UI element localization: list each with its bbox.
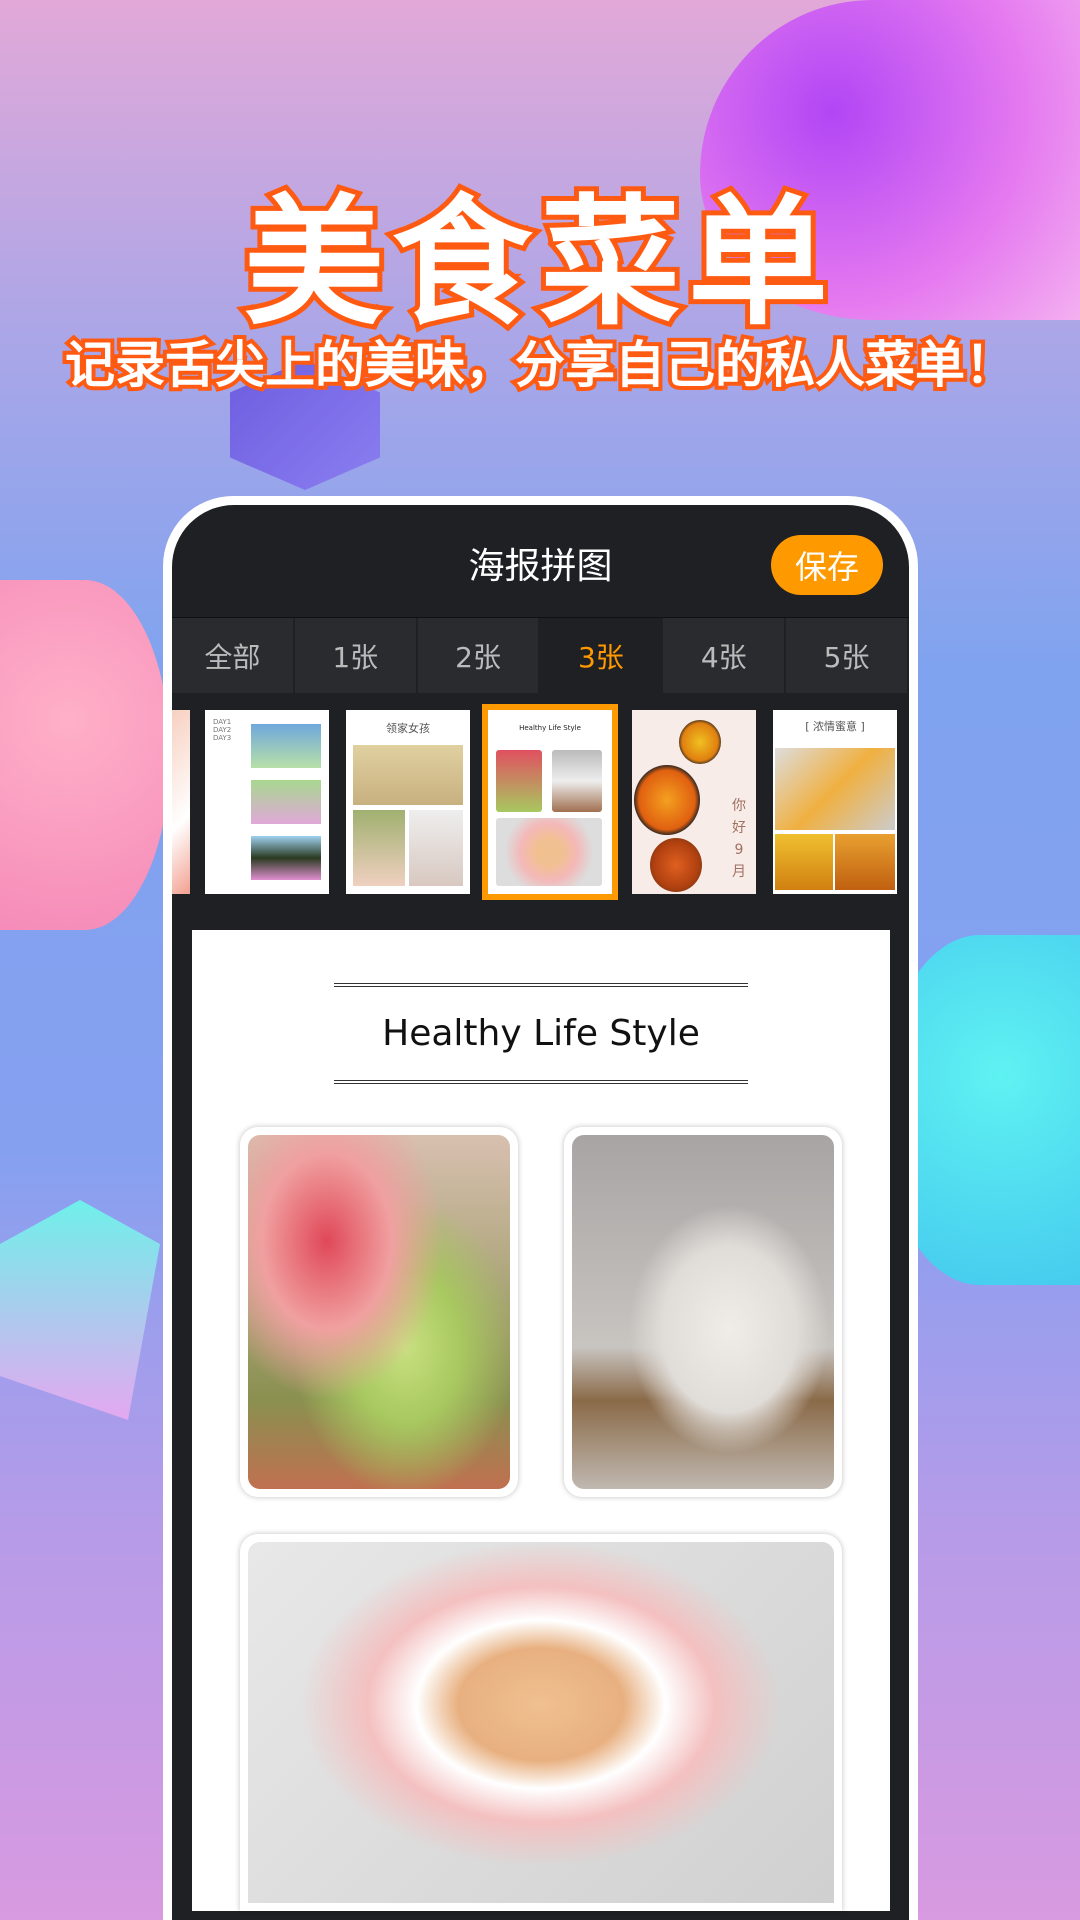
template-thumb-honey[interactable]: [ 浓情蜜意 ] [773, 710, 897, 894]
template-strip[interactable]: DAY1 DAY2 DAY3 领家女孩 Healthy Life Style 你… [172, 693, 909, 921]
photo-slot-drink[interactable] [240, 1127, 518, 1497]
tab-all[interactable]: 全部 [172, 618, 295, 693]
top-bar: 海报拼图 保存 [172, 505, 909, 617]
tab-2[interactable]: 2张 [418, 618, 541, 693]
tab-1[interactable]: 1张 [295, 618, 418, 693]
photo-milk [572, 1135, 834, 1489]
tab-3[interactable]: 3张 [540, 618, 664, 693]
poster-title[interactable]: Healthy Life Style [192, 1013, 890, 1054]
template-thumb-september[interactable]: 你好 9月 [632, 710, 756, 894]
photo-slot-milk[interactable] [564, 1127, 842, 1497]
poster-preview[interactable]: Healthy Life Style [192, 930, 890, 1911]
tab-4[interactable]: 4张 [663, 618, 787, 693]
app-screen: 海报拼图 保存 全部 1张 2张 3张 4张 5张 DAY1 DAY2 DAY3… [172, 505, 909, 1920]
template-thumb-girl[interactable]: 领家女孩 [346, 710, 470, 894]
decor-sphere-pink [0, 580, 170, 930]
banner-subtitle: 记录舌尖上的美味，分享自己的私人菜单！ [61, 332, 1019, 398]
template-thumb-healthy[interactable]: Healthy Life Style [482, 704, 618, 900]
phone-frame: 海报拼图 保存 全部 1张 2张 3张 4张 5张 DAY1 DAY2 DAY3… [163, 496, 918, 1920]
photo-slot-dessert[interactable] [240, 1534, 842, 1911]
photo-drink [248, 1135, 510, 1489]
tab-5[interactable]: 5张 [786, 618, 909, 693]
decor-cube-left [0, 1200, 160, 1420]
template-thumb-days[interactable]: DAY1 DAY2 DAY3 [205, 710, 329, 894]
save-button[interactable]: 保存 [771, 535, 883, 595]
photo-dessert [248, 1542, 834, 1903]
divider-line [334, 983, 748, 987]
template-thumb[interactable] [172, 710, 190, 894]
count-tabs: 全部 1张 2张 3张 4张 5张 [172, 617, 909, 693]
banner-title: 美食菜单 [239, 177, 836, 350]
divider-line [334, 1080, 748, 1084]
